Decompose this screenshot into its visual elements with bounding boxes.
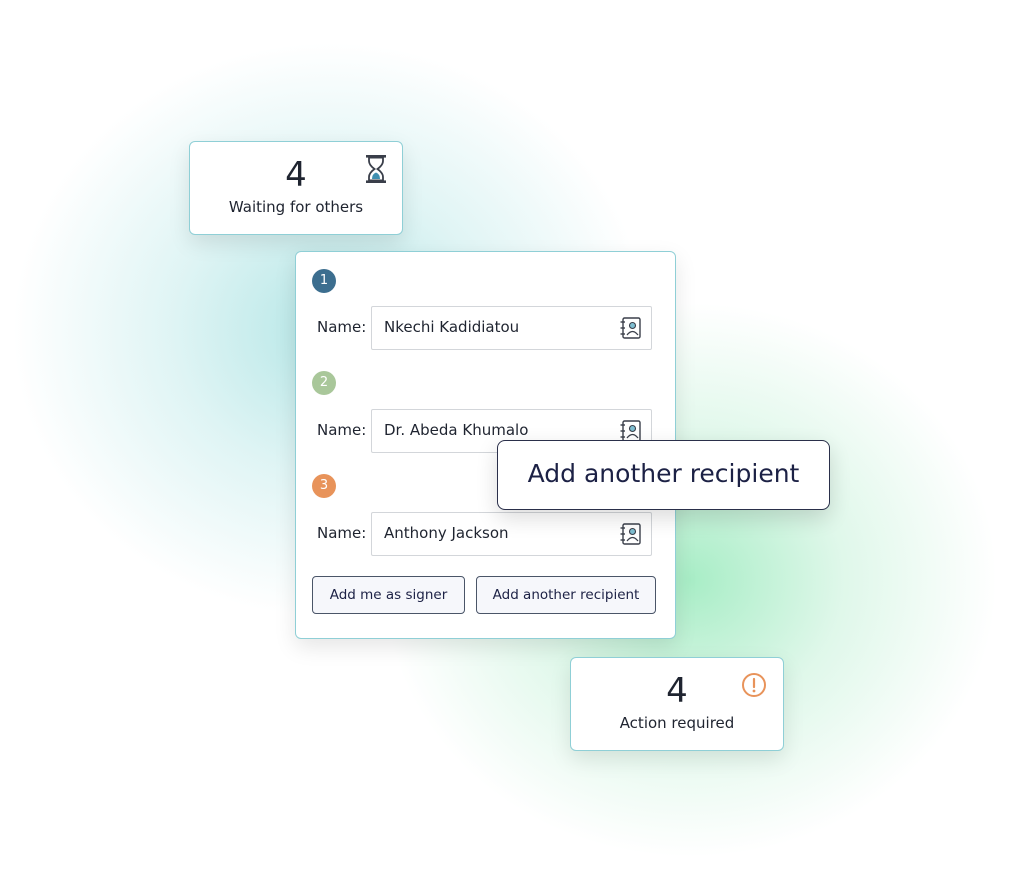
recipient-name-field-1[interactable] — [371, 306, 652, 350]
recipient-name-input-3[interactable] — [384, 513, 614, 553]
recipient-name-field-3[interactable] — [371, 512, 652, 556]
action-required-card[interactable]: 4 Action required — [570, 657, 784, 751]
name-label-1: Name: — [317, 318, 367, 336]
waiting-for-others-card[interactable]: 4 Waiting for others — [189, 141, 403, 235]
action-label: Action required — [619, 714, 735, 732]
address-book-icon[interactable] — [619, 522, 643, 546]
step-badge-2: 2 — [312, 371, 336, 395]
waiting-label: Waiting for others — [228, 198, 364, 216]
recipient-name-input-1[interactable] — [384, 307, 614, 347]
step-badge-1: 1 — [312, 269, 336, 293]
name-label-2: Name: — [317, 421, 367, 439]
add-another-recipient-button[interactable]: Add another recipient — [476, 576, 656, 614]
step-badge-3: 3 — [312, 474, 336, 498]
hourglass-icon — [366, 155, 386, 183]
add-another-recipient-callout[interactable]: Add another recipient — [497, 440, 830, 510]
name-label-3: Name: — [317, 524, 367, 542]
add-me-as-signer-button[interactable]: Add me as signer — [312, 576, 465, 614]
alert-icon — [742, 673, 766, 697]
address-book-icon[interactable] — [619, 316, 643, 340]
